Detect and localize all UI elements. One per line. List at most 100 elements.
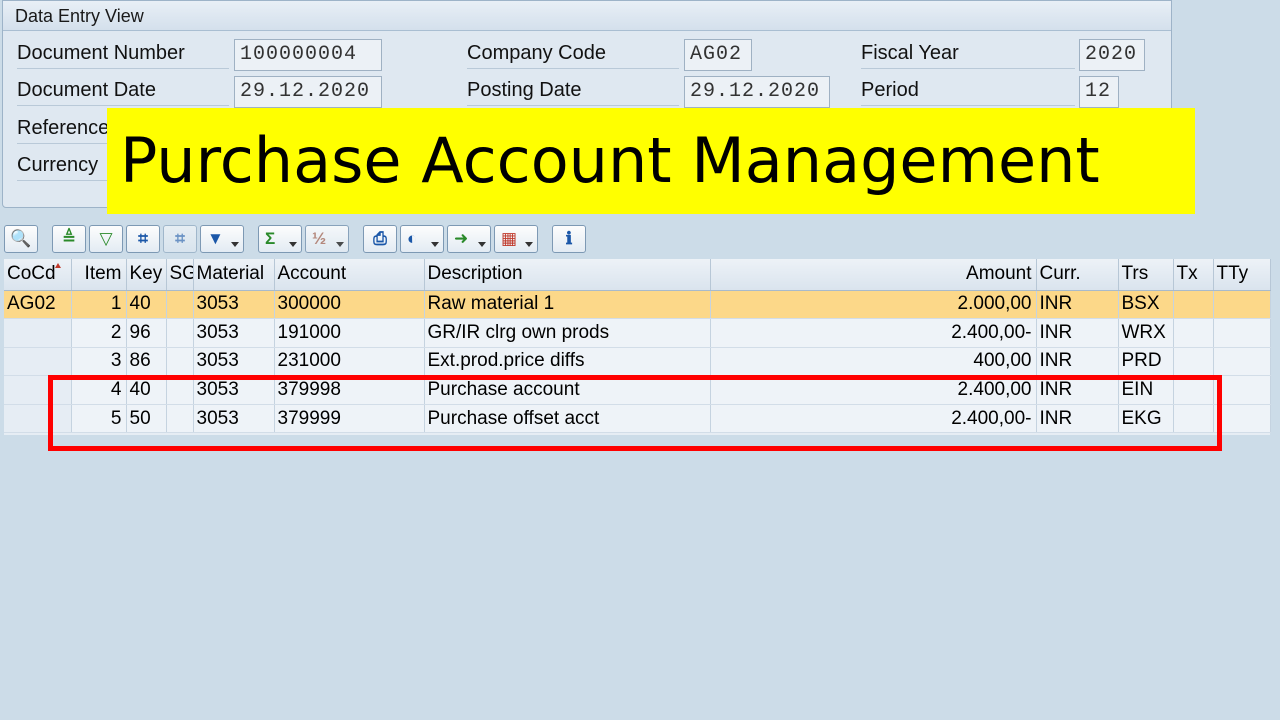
- cell-tty[interactable]: [1213, 290, 1271, 320]
- cell-tx[interactable]: [1173, 375, 1214, 405]
- cell-material[interactable]: 3053: [193, 318, 275, 348]
- period-field[interactable]: 12: [1079, 76, 1119, 108]
- col-header-material[interactable]: Material: [193, 259, 275, 291]
- export-button[interactable]: ➜: [447, 225, 491, 253]
- sort-descending-button[interactable]: ▽: [89, 225, 123, 253]
- col-header-cocd[interactable]: CoCd: [4, 259, 72, 291]
- cell-amount[interactable]: 2.000,00: [710, 290, 1037, 320]
- cell-description[interactable]: Ext.prod.price diffs: [424, 347, 711, 377]
- details-button[interactable]: 🔍: [4, 225, 38, 253]
- view-button[interactable]: ◐: [400, 225, 444, 253]
- table-row[interactable]: 3 86 3053 231000 Ext.prod.price diffs 40…: [4, 347, 1271, 377]
- cell-curr[interactable]: INR: [1036, 347, 1119, 377]
- cell-cocd[interactable]: [4, 347, 72, 377]
- find-button[interactable]: ⌗: [126, 225, 160, 253]
- cell-sg[interactable]: [166, 404, 194, 434]
- cell-item[interactable]: 4: [71, 375, 127, 405]
- cell-material[interactable]: 3053: [193, 375, 275, 405]
- cell-material[interactable]: 3053: [193, 347, 275, 377]
- cell-item[interactable]: 5: [71, 404, 127, 434]
- cell-cocd[interactable]: AG02: [4, 290, 72, 320]
- cell-cocd[interactable]: [4, 375, 72, 405]
- total-button[interactable]: Σ: [258, 225, 302, 253]
- cell-cocd[interactable]: [4, 404, 72, 434]
- cell-key[interactable]: 96: [126, 318, 167, 348]
- cell-account[interactable]: 191000: [274, 318, 425, 348]
- company-code-field[interactable]: AG02: [684, 39, 752, 71]
- fiscal-year-field[interactable]: 2020: [1079, 39, 1145, 71]
- cell-description[interactable]: GR/IR clrg own prods: [424, 318, 711, 348]
- print-button[interactable]: ⎙: [363, 225, 397, 253]
- document-date-field[interactable]: 29.12.2020: [234, 76, 382, 108]
- cell-description[interactable]: Raw material 1: [424, 290, 711, 320]
- cell-material[interactable]: 3053: [193, 290, 275, 320]
- cell-trs[interactable]: BSX: [1118, 290, 1174, 320]
- col-header-curr[interactable]: Curr.: [1036, 259, 1119, 291]
- col-header-sg[interactable]: SG: [166, 259, 194, 291]
- table-row[interactable]: 4 40 3053 379998 Purchase account 2.400,…: [4, 375, 1271, 405]
- info-button[interactable]: ℹ: [552, 225, 586, 253]
- cell-key[interactable]: 40: [126, 290, 167, 320]
- cell-tx[interactable]: [1173, 404, 1214, 434]
- cell-account[interactable]: 231000: [274, 347, 425, 377]
- cell-sg[interactable]: [166, 375, 194, 405]
- cell-tx[interactable]: [1173, 347, 1214, 377]
- cell-description[interactable]: Purchase offset acct: [424, 404, 711, 434]
- cell-trs[interactable]: WRX: [1118, 318, 1174, 348]
- col-header-tty[interactable]: TTy: [1213, 259, 1271, 291]
- filter-icon: ▼: [207, 229, 224, 248]
- cell-sg[interactable]: [166, 347, 194, 377]
- posting-date-field[interactable]: 29.12.2020: [684, 76, 830, 108]
- sort-ascending-button[interactable]: ≜: [52, 225, 86, 253]
- col-header-item[interactable]: Item: [71, 259, 127, 291]
- cell-tx[interactable]: [1173, 318, 1214, 348]
- cell-curr[interactable]: INR: [1036, 375, 1119, 405]
- table-row[interactable]: 2 96 3053 191000 GR/IR clrg own prods 2.…: [4, 318, 1271, 348]
- cell-amount[interactable]: 2.400,00: [710, 375, 1037, 405]
- cell-material[interactable]: 3053: [193, 404, 275, 434]
- col-header-trs[interactable]: Trs: [1118, 259, 1174, 291]
- cell-account[interactable]: 379998: [274, 375, 425, 405]
- total-icon: Σ: [265, 229, 276, 248]
- table-row[interactable]: 5 50 3053 379999 Purchase offset acct 2.…: [4, 404, 1271, 434]
- cell-tty[interactable]: [1213, 318, 1271, 348]
- cell-key[interactable]: 86: [126, 347, 167, 377]
- cell-account[interactable]: 300000: [274, 290, 425, 320]
- cell-sg[interactable]: [166, 318, 194, 348]
- cell-curr[interactable]: INR: [1036, 318, 1119, 348]
- cell-item[interactable]: 2: [71, 318, 127, 348]
- filter-button[interactable]: ▼: [200, 225, 244, 253]
- cell-account[interactable]: 379999: [274, 404, 425, 434]
- cell-trs[interactable]: EIN: [1118, 375, 1174, 405]
- cell-curr[interactable]: INR: [1036, 290, 1119, 320]
- cell-tty[interactable]: [1213, 375, 1271, 405]
- cell-curr[interactable]: INR: [1036, 404, 1119, 434]
- subtotal-button[interactable]: ½: [305, 225, 349, 253]
- document-number-label: Document Number: [17, 39, 229, 69]
- layout-button[interactable]: ▦: [494, 225, 538, 253]
- cell-description[interactable]: Purchase account: [424, 375, 711, 405]
- cell-item[interactable]: 1: [71, 290, 127, 320]
- col-header-account[interactable]: Account: [274, 259, 425, 291]
- cell-sg[interactable]: [166, 290, 194, 320]
- cell-amount[interactable]: 2.400,00-: [710, 404, 1037, 434]
- cell-amount[interactable]: 400,00: [710, 347, 1037, 377]
- cell-key[interactable]: 40: [126, 375, 167, 405]
- cell-tty[interactable]: [1213, 347, 1271, 377]
- cell-tx[interactable]: [1173, 290, 1214, 320]
- document-number-field[interactable]: 100000004: [234, 39, 382, 71]
- table-row[interactable]: AG02 1 40 3053 300000 Raw material 1 2.0…: [4, 290, 1271, 320]
- cell-tty[interactable]: [1213, 404, 1271, 434]
- col-header-description[interactable]: Description: [424, 259, 711, 291]
- cell-trs[interactable]: PRD: [1118, 347, 1174, 377]
- col-header-amount[interactable]: Amount: [710, 259, 1037, 291]
- col-header-tx[interactable]: Tx: [1173, 259, 1214, 291]
- col-header-key[interactable]: Key: [126, 259, 167, 291]
- cell-cocd[interactable]: [4, 318, 72, 348]
- cell-amount[interactable]: 2.400,00-: [710, 318, 1037, 348]
- print-icon: ⎙: [373, 229, 387, 248]
- cell-item[interactable]: 3: [71, 347, 127, 377]
- find-next-button[interactable]: ⌗: [163, 225, 197, 253]
- cell-trs[interactable]: EKG: [1118, 404, 1174, 434]
- cell-key[interactable]: 50: [126, 404, 167, 434]
